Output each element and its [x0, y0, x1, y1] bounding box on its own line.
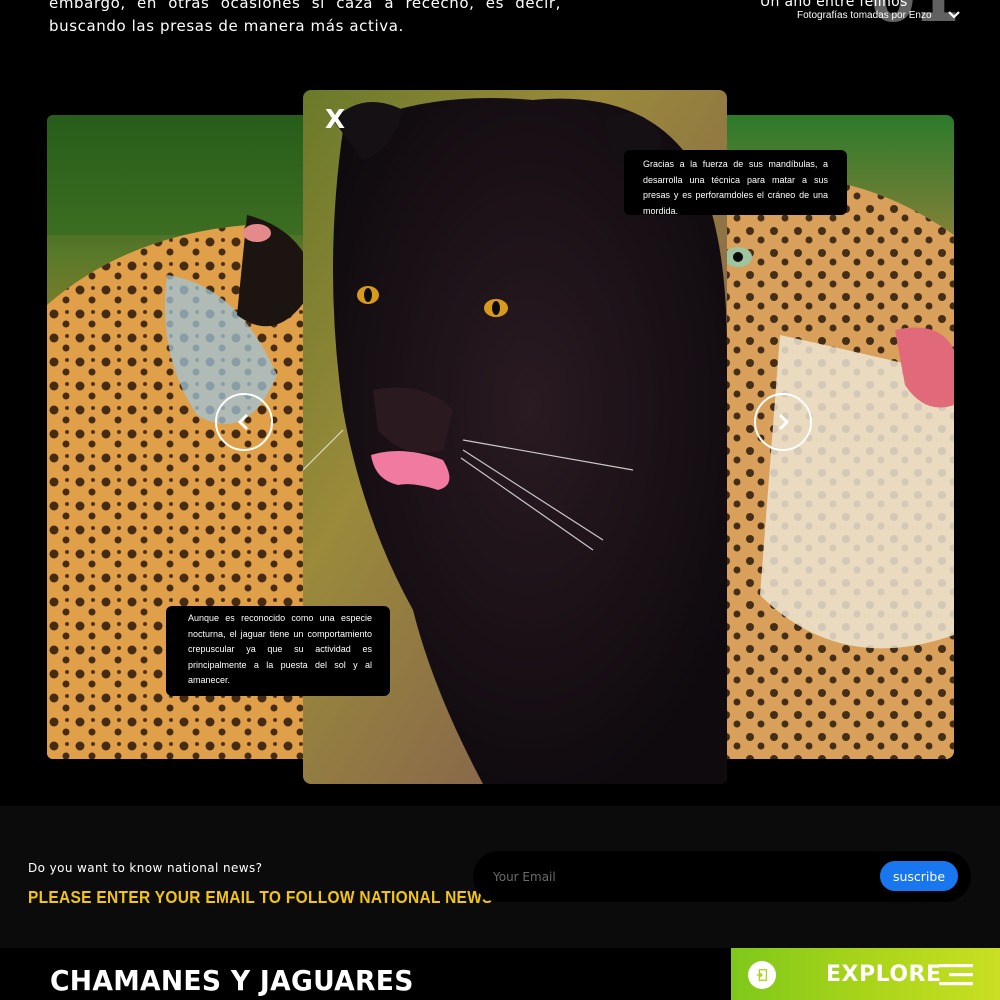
next-arrow-button[interactable]: [754, 393, 812, 451]
email-form: suscribe: [473, 851, 971, 902]
caption-jaw-strength: Gracias a la fuerza de sus mandíbulas, a…: [624, 150, 847, 216]
caption-crepuscular-behavior: Aunque es reconocido como una especie no…: [166, 606, 390, 696]
newsletter-cta: PLEASE ENTER YOUR EMAIL TO FOLLOW NATION…: [28, 888, 493, 908]
chevron-down-icon[interactable]: [946, 8, 962, 22]
newsletter-question: Do you want to know national news?: [28, 861, 263, 875]
chevron-left-icon: [237, 413, 249, 431]
exit-icon: [748, 961, 776, 989]
newsletter-section: Do you want to know national news? PLEAS…: [0, 806, 1000, 948]
chevron-right-icon: [778, 413, 790, 431]
series-title: Un año entre felinos: [760, 0, 908, 10]
email-input[interactable]: [493, 865, 873, 889]
photo-credit: Fotografías tomadas por Enzo: [797, 10, 932, 21]
page-title: CHAMANES Y JAGUARES: [50, 964, 414, 997]
explore-button[interactable]: EXPLORE: [731, 948, 1000, 1000]
previous-arrow-button[interactable]: [215, 393, 273, 451]
close-button[interactable]: X: [325, 106, 345, 134]
explore-label: EXPLORE: [826, 962, 942, 987]
subscribe-button[interactable]: suscribe: [880, 861, 958, 891]
menu-icon[interactable]: [939, 964, 973, 986]
intro-paragraph: embargo, en otras ocasiones sí caza a re…: [49, 0, 561, 35]
